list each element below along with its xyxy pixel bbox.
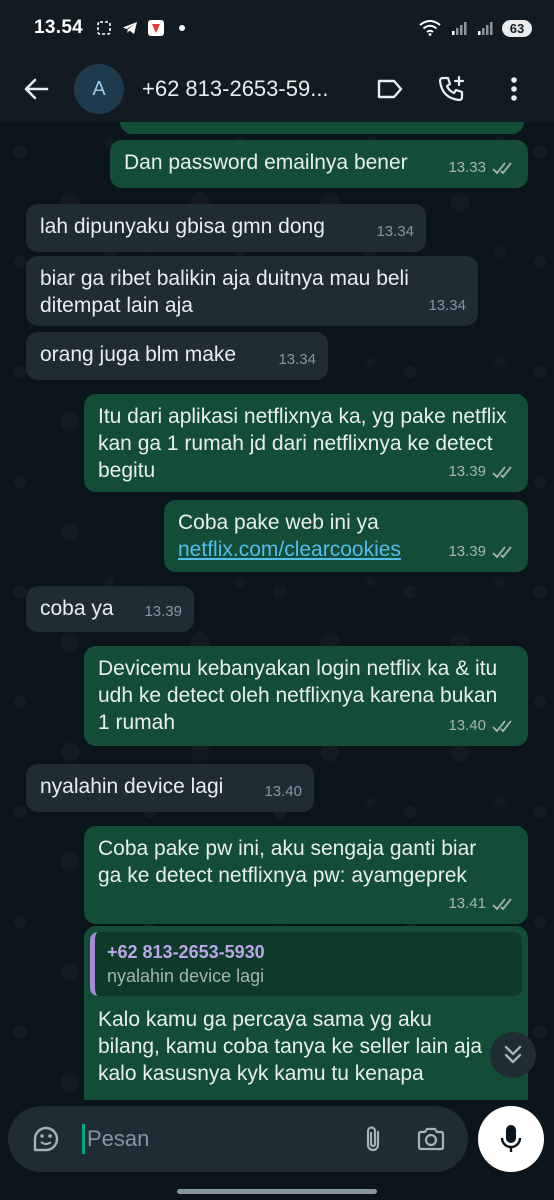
add-call-button[interactable] bbox=[432, 69, 472, 109]
message-text: biar ga ribet balikin aja duitnya mau be… bbox=[40, 267, 409, 317]
message-link[interactable]: netflix.com/clearcookies bbox=[178, 538, 401, 561]
message-time: 13.33 bbox=[448, 159, 486, 176]
quoted-sender: +62 813-2653-5930 bbox=[107, 942, 265, 962]
message-time: 13.40 bbox=[448, 717, 486, 734]
battery-level: 63 bbox=[502, 19, 532, 37]
signal-icon-1 bbox=[450, 19, 468, 37]
message-text: Kalo kamu ga percaya sama yg aku bilang,… bbox=[98, 1008, 483, 1085]
sticker-icon bbox=[33, 1126, 59, 1152]
message-time: 13.40 bbox=[264, 783, 302, 800]
message-time: 13.39 bbox=[144, 603, 182, 620]
camera-icon bbox=[417, 1127, 445, 1151]
message-bubble[interactable]: lah dipunyaku gbisa gmn dong 13.34 bbox=[26, 204, 426, 252]
message-bubble-partial[interactable] bbox=[120, 122, 524, 134]
message-time: 13.39 bbox=[448, 463, 486, 480]
sticker-button[interactable] bbox=[26, 1119, 66, 1159]
arrow-left-icon bbox=[24, 78, 49, 100]
screenshot-icon bbox=[95, 19, 113, 37]
message-bubble[interactable]: Devicemu kebanyakan login netflix ka & i… bbox=[84, 646, 528, 746]
app-notification-icon bbox=[147, 19, 165, 37]
message-text: Coba pake web ini ya bbox=[178, 511, 379, 534]
text-cursor bbox=[82, 1124, 85, 1154]
scroll-to-bottom-button[interactable] bbox=[490, 1032, 536, 1078]
back-button[interactable] bbox=[16, 69, 56, 109]
message-bubble[interactable]: Coba pake pw ini, aku sengaja ganti biar… bbox=[84, 826, 528, 924]
message-text: lah dipunyaku gbisa gmn dong bbox=[40, 215, 325, 238]
double-check-icon bbox=[492, 465, 512, 478]
system-nav-bar bbox=[0, 1184, 554, 1200]
wifi-icon bbox=[418, 19, 442, 37]
message-time: 13.34 bbox=[428, 297, 466, 314]
microphone-icon bbox=[500, 1125, 522, 1152]
message-composer bbox=[8, 1106, 468, 1172]
double-check-icon bbox=[492, 161, 512, 174]
double-check-icon bbox=[492, 897, 512, 910]
more-notifications-dot-icon bbox=[173, 19, 191, 37]
chat-area[interactable]: Dan password emailnya bener 13.33 lah di… bbox=[0, 122, 554, 1100]
phone-plus-icon bbox=[438, 75, 465, 102]
message-bubble[interactable]: nyalahin device lagi 13.40 bbox=[26, 764, 314, 812]
status-time: 13.54 bbox=[34, 17, 84, 38]
contact-name[interactable]: +62 813-2653-59... bbox=[142, 76, 352, 102]
message-bubble[interactable]: orang juga blm make 13.34 bbox=[26, 332, 328, 380]
message-bubble[interactable]: Dan password emailnya bener 13.33 bbox=[110, 140, 528, 188]
status-bar: 13.54 63 bbox=[0, 0, 554, 56]
quoted-message[interactable]: +62 813-2653-5930 nyalahin device lagi bbox=[90, 932, 522, 996]
telegram-icon bbox=[121, 19, 139, 37]
paperclip-icon bbox=[366, 1126, 380, 1152]
attach-button[interactable] bbox=[353, 1119, 393, 1159]
voice-message-button[interactable] bbox=[478, 1106, 544, 1172]
double-check-icon bbox=[492, 545, 512, 558]
message-time: 13.41 bbox=[448, 895, 486, 912]
message-time: 13.39 bbox=[448, 543, 486, 560]
message-input[interactable] bbox=[87, 1126, 337, 1152]
message-text: coba ya bbox=[40, 597, 114, 620]
message-text: Coba pake pw ini, aku sengaja ganti biar… bbox=[98, 837, 477, 887]
signal-icon-2 bbox=[476, 19, 494, 37]
more-vertical-icon bbox=[511, 77, 517, 101]
camera-button[interactable] bbox=[411, 1119, 451, 1159]
quoted-text: nyalahin device lagi bbox=[107, 966, 265, 986]
message-bubble[interactable]: Itu dari aplikasi netflixnya ka, yg pake… bbox=[84, 394, 528, 492]
message-bubble[interactable]: Coba pake web ini ya netflix.com/clearco… bbox=[164, 500, 528, 572]
message-time: 13.34 bbox=[376, 223, 414, 240]
chat-header: A +62 813-2653-59... bbox=[0, 56, 554, 122]
label-button[interactable] bbox=[370, 69, 410, 109]
message-text: nyalahin device lagi bbox=[40, 775, 224, 798]
double-chevron-down-icon bbox=[504, 1045, 522, 1064]
notification-icons bbox=[95, 19, 191, 37]
label-icon bbox=[377, 79, 403, 99]
message-bubble[interactable]: +62 813-2653-5930 nyalahin device lagi K… bbox=[84, 926, 528, 1100]
more-options-button[interactable] bbox=[494, 69, 534, 109]
message-time: 13.34 bbox=[278, 351, 316, 368]
message-text: Dan password emailnya bener bbox=[124, 151, 408, 174]
home-gesture-handle[interactable] bbox=[177, 1189, 377, 1194]
double-check-icon bbox=[492, 719, 512, 732]
message-text: orang juga blm make bbox=[40, 343, 237, 366]
message-bubble[interactable]: coba ya 13.39 bbox=[26, 586, 194, 632]
avatar[interactable]: A bbox=[74, 64, 124, 114]
message-bubble[interactable]: biar ga ribet balikin aja duitnya mau be… bbox=[26, 256, 478, 326]
